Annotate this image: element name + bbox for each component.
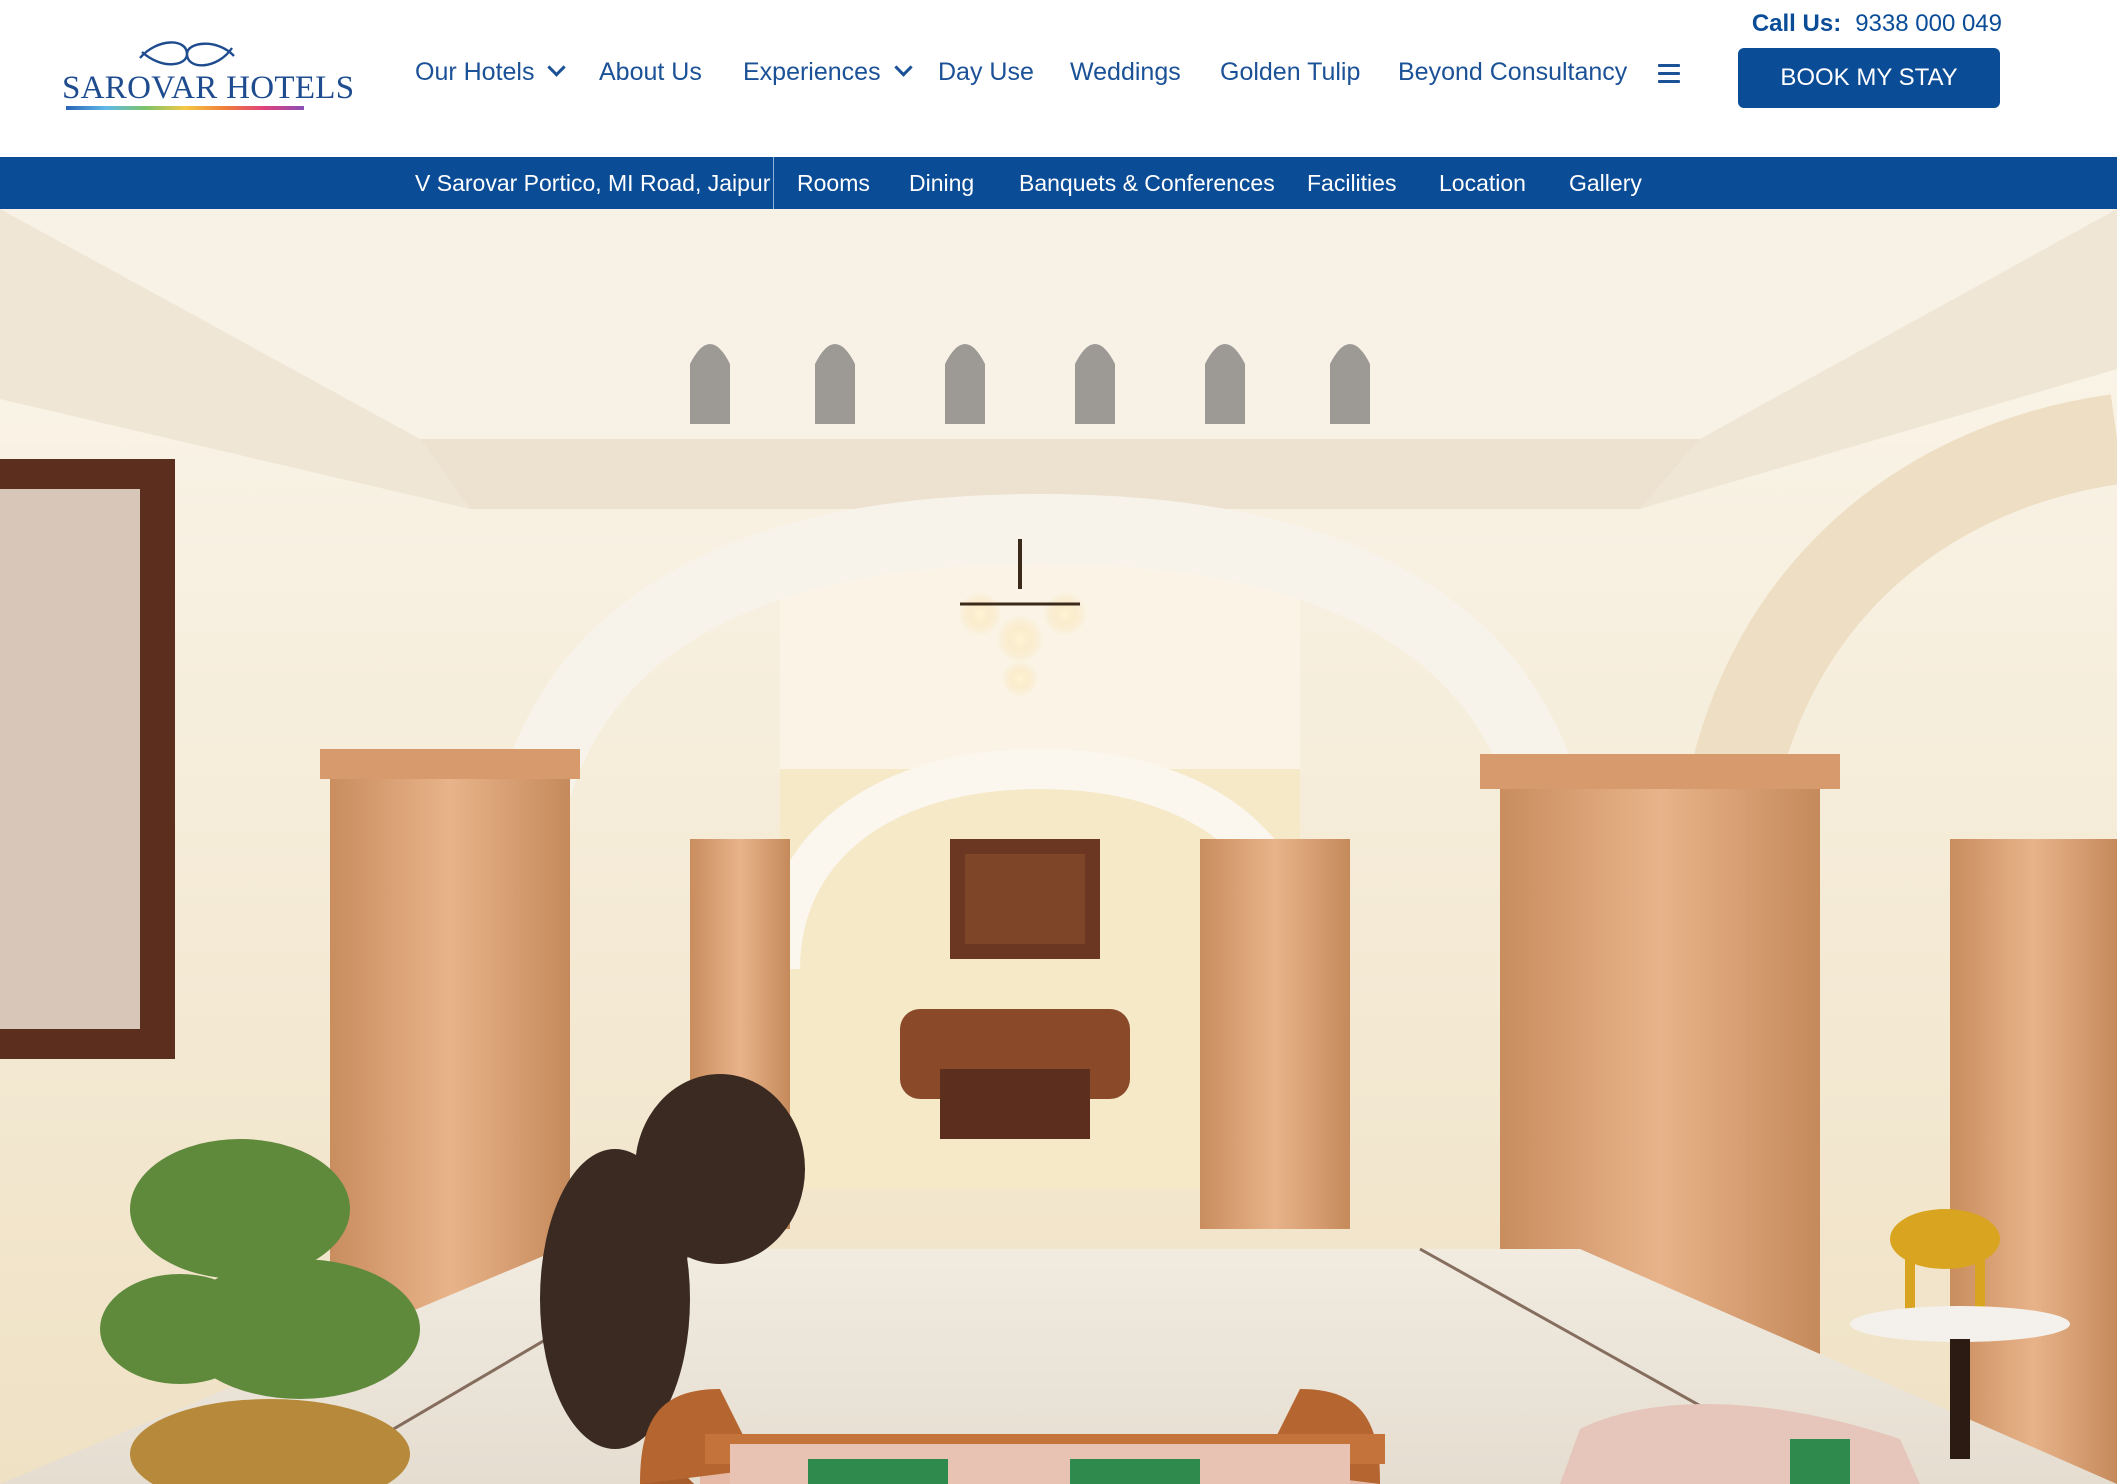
nav-golden-tulip-label: Golden Tulip (1220, 58, 1361, 86)
nav-golden-tulip[interactable]: Golden Tulip (1220, 58, 1360, 87)
sarovar-logo[interactable]: SAROVAR HOTELS (62, 36, 354, 112)
nav-weddings-label: Weddings (1070, 58, 1181, 86)
nav-about-us-label: About Us (599, 58, 702, 86)
subnav-facilities[interactable]: Facilities (1307, 170, 1396, 197)
subnav-gallery[interactable]: Gallery (1569, 170, 1642, 197)
hamburger-icon[interactable] (1658, 64, 1680, 84)
hero-image (0, 209, 2117, 1484)
site-header: SAROVAR HOTELS Call Us: 9338 000 049 Our … (0, 0, 2117, 157)
nav-about-us[interactable]: About Us (599, 58, 702, 87)
nav-day-use[interactable]: Day Use (938, 58, 1034, 87)
chevron-down-icon (547, 58, 567, 77)
nav-day-use-label: Day Use (938, 58, 1034, 86)
nav-beyond-consultancy[interactable]: Beyond Consultancy (1398, 58, 1627, 87)
logo-swirl-icon (139, 41, 235, 67)
nav-weddings[interactable]: Weddings (1070, 58, 1181, 87)
subnav-location[interactable]: Location (1439, 170, 1526, 197)
call-us: Call Us: 9338 000 049 (1752, 10, 2002, 38)
subnav-rooms[interactable]: Rooms (797, 170, 870, 197)
call-us-phone[interactable]: 9338 000 049 (1855, 10, 2002, 37)
nav-our-hotels[interactable]: Our Hotels (415, 58, 567, 87)
book-my-stay-button[interactable]: BOOK MY STAY (1738, 48, 2000, 108)
chevron-down-icon (893, 58, 913, 77)
subnav-property-name[interactable]: V Sarovar Portico, MI Road, Jaipur (415, 170, 770, 197)
subnav-divider (773, 157, 774, 209)
subnav-banquets[interactable]: Banquets & Conferences (1019, 170, 1275, 197)
hotel-lobby-illustration (0, 209, 2117, 1484)
nav-experiences-label: Experiences (743, 58, 881, 86)
logo-wordmark: SAROVAR HOTELS (62, 70, 355, 106)
nav-beyond-consultancy-label: Beyond Consultancy (1398, 58, 1628, 86)
property-subnav: V Sarovar Portico, MI Road, Jaipur Rooms… (0, 157, 2117, 209)
logo-rainbow-stripe (66, 106, 304, 110)
subnav-dining[interactable]: Dining (909, 170, 974, 197)
nav-our-hotels-label: Our Hotels (415, 58, 535, 86)
call-us-label: Call Us: (1751, 10, 1842, 37)
nav-experiences[interactable]: Experiences (743, 58, 913, 87)
